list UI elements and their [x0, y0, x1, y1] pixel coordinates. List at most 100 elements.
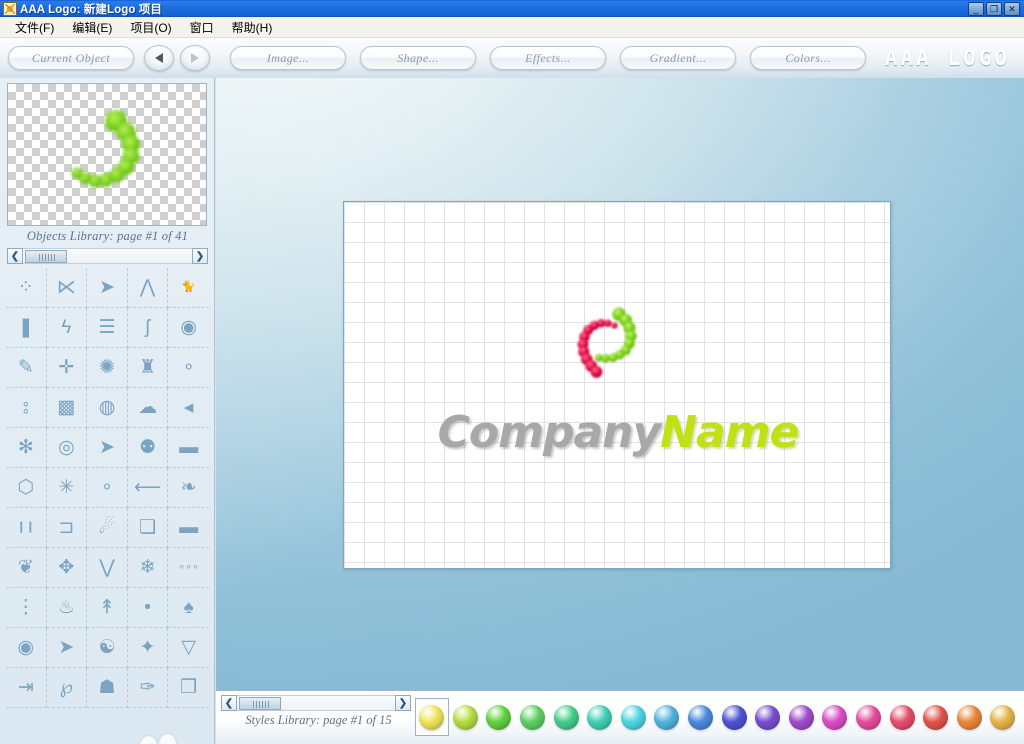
object-cell-37[interactable]: ⋁ — [87, 548, 128, 588]
object-cell-15[interactable]: ⦂ — [6, 388, 47, 428]
object-cell-0[interactable]: ⁘ — [6, 268, 47, 308]
colors-button[interactable]: Colors... — [750, 46, 866, 70]
object-cell-30[interactable]: ❙❙ — [6, 508, 47, 548]
object-cell-36[interactable]: ✥ — [46, 548, 88, 588]
current-object-button[interactable]: Current Object — [8, 46, 134, 70]
menu-help[interactable]: 帮助(H) — [223, 17, 282, 38]
object-cell-11[interactable]: ✛ — [46, 348, 88, 388]
style-swatch-13[interactable] — [852, 698, 886, 736]
object-cell-42[interactable]: ↟ — [87, 588, 128, 628]
gradient-button[interactable]: Gradient... — [620, 46, 736, 70]
object-cell-12[interactable]: ✺ — [87, 348, 128, 388]
object-cell-24[interactable]: ▬ — [168, 428, 209, 468]
style-swatch-2[interactable] — [482, 698, 516, 736]
object-cell-10[interactable]: ✎ — [6, 348, 47, 388]
canvas-area[interactable]: CompanyName — [216, 78, 1024, 690]
effects-button[interactable]: Effects... — [490, 46, 606, 70]
objects-scroll-next-button[interactable]: ❯ — [192, 248, 208, 264]
object-cell-6[interactable]: ϟ — [46, 308, 88, 348]
menu-project[interactable]: 项目(O) — [121, 17, 180, 38]
object-cell-33[interactable]: ❏ — [127, 508, 169, 548]
previous-object-button[interactable] — [144, 45, 174, 71]
style-swatch-9[interactable] — [717, 698, 751, 736]
object-cell-53[interactable]: ✑ — [127, 668, 169, 708]
style-swatch-11[interactable] — [785, 698, 819, 736]
style-swatch-7[interactable] — [650, 698, 684, 736]
object-cell-26[interactable]: ✳ — [46, 468, 88, 508]
style-swatch-8[interactable] — [684, 698, 718, 736]
style-swatch-17[interactable] — [986, 698, 1020, 736]
objects-scroll-track[interactable] — [23, 248, 192, 264]
image-button[interactable]: Image... — [230, 46, 346, 70]
menu-edit[interactable]: 编辑(E) — [63, 17, 121, 38]
logo-canvas[interactable]: CompanyName — [343, 201, 891, 569]
object-cell-35[interactable]: ❦ — [6, 548, 47, 588]
objects-scrollbar[interactable]: ❮ ❯ — [7, 248, 208, 264]
object-cell-1[interactable]: ⋉ — [46, 268, 88, 308]
object-cell-21[interactable]: ◎ — [46, 428, 88, 468]
style-swatch-4[interactable] — [549, 698, 583, 736]
style-swatch-3[interactable] — [516, 698, 550, 736]
object-cell-2[interactable]: ➤ — [87, 268, 128, 308]
objects-scroll-prev-button[interactable]: ❮ — [7, 248, 23, 264]
object-cell-3[interactable]: ⋀ — [127, 268, 169, 308]
object-cell-51[interactable]: ℘ — [46, 668, 88, 708]
object-cell-52[interactable]: ☗ — [87, 668, 128, 708]
object-cell-44[interactable]: ♠ — [168, 588, 209, 628]
style-swatch-1[interactable] — [449, 698, 483, 736]
close-button[interactable]: ✕ — [1004, 1, 1020, 16]
object-cell-29[interactable]: ❧ — [168, 468, 209, 508]
object-cell-28[interactable]: ⟵ — [127, 468, 169, 508]
style-swatch-6[interactable] — [617, 698, 651, 736]
style-swatch-12[interactable] — [818, 698, 852, 736]
object-cell-48[interactable]: ✦ — [127, 628, 169, 668]
object-cell-5[interactable]: ❚ — [6, 308, 47, 348]
object-cell-34[interactable]: ▬ — [168, 508, 209, 548]
object-cell-13[interactable]: ♜ — [127, 348, 169, 388]
object-cell-8[interactable]: ʃ — [127, 308, 169, 348]
styles-scroll-next-button[interactable]: ❯ — [395, 695, 411, 711]
styles-scroll-prev-button[interactable]: ❮ — [221, 695, 237, 711]
object-cell-16[interactable]: ▩ — [46, 388, 88, 428]
object-cell-43[interactable]: • — [127, 588, 169, 628]
object-cell-39[interactable]: ∘∘∘ — [168, 548, 209, 588]
objects-scroll-thumb[interactable] — [25, 250, 67, 263]
shape-button[interactable]: Shape... — [360, 46, 476, 70]
object-cell-9[interactable]: ◉ — [168, 308, 209, 348]
object-cell-46[interactable]: ➤ — [46, 628, 88, 668]
style-swatch-15[interactable] — [919, 698, 953, 736]
object-cell-41[interactable]: ♨ — [46, 588, 88, 628]
object-cell-19[interactable]: ◂ — [168, 388, 209, 428]
object-cell-31[interactable]: ⊐ — [46, 508, 88, 548]
object-cell-7[interactable]: ☰ — [87, 308, 128, 348]
object-cell-49[interactable]: ▽ — [168, 628, 209, 668]
object-cell-47[interactable]: ☯ — [87, 628, 128, 668]
minimize-button[interactable]: _ — [968, 1, 984, 16]
style-swatch-5[interactable] — [583, 698, 617, 736]
object-cell-20[interactable]: ✻ — [6, 428, 47, 468]
style-swatch-16[interactable] — [953, 698, 987, 736]
object-cell-4[interactable]: 🐈 — [168, 268, 209, 308]
style-swatch-0[interactable] — [415, 698, 449, 736]
object-cell-17[interactable]: ◍ — [87, 388, 128, 428]
restore-button[interactable]: ❐ — [986, 1, 1002, 16]
menu-window[interactable]: 窗口 — [181, 17, 223, 38]
styles-scroll-thumb[interactable] — [239, 697, 281, 710]
style-swatch-14[interactable] — [885, 698, 919, 736]
object-cell-38[interactable]: ❄ — [127, 548, 169, 588]
object-cell-32[interactable]: ☄ — [87, 508, 128, 548]
object-cell-45[interactable]: ◉ — [6, 628, 47, 668]
styles-scroll-track[interactable] — [237, 695, 395, 711]
style-swatch-10[interactable] — [751, 698, 785, 736]
object-cell-14[interactable]: ∘ — [168, 348, 209, 388]
styles-scrollbar[interactable]: ❮ ❯ — [221, 695, 411, 711]
object-cell-27[interactable]: ∘ — [87, 468, 128, 508]
object-cell-22[interactable]: ➤ — [87, 428, 128, 468]
next-object-button[interactable] — [180, 45, 210, 71]
object-cell-54[interactable]: ❐ — [168, 668, 209, 708]
object-cell-25[interactable]: ⬡ — [6, 468, 47, 508]
menu-file[interactable]: 文件(F) — [6, 17, 63, 38]
object-cell-40[interactable]: ⋮ — [6, 588, 47, 628]
object-cell-23[interactable]: ⚉ — [127, 428, 169, 468]
object-cell-18[interactable]: ☁ — [127, 388, 169, 428]
